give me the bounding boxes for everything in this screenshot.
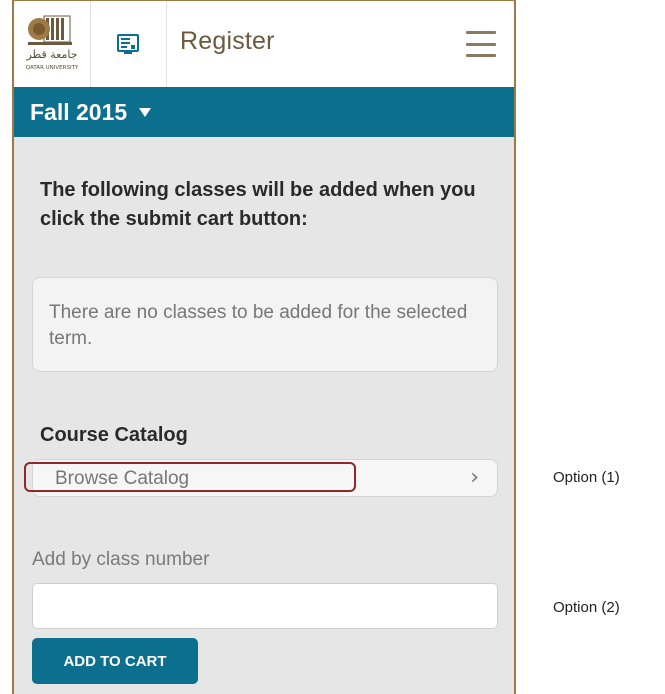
university-logo-icon: جامعة قطر QATAR UNIVERSITY <box>25 15 79 71</box>
cart-intro-text: The following classes will be added when… <box>40 179 476 230</box>
browse-catalog-button[interactable]: Browse Catalog › <box>32 459 498 497</box>
university-logo[interactable]: جامعة قطر QATAR UNIVERSITY <box>14 1 91 87</box>
term-selector[interactable]: Fall 2015 <box>14 87 514 137</box>
course-catalog-heading: Course Catalog <box>40 424 188 446</box>
hamburger-menu-icon[interactable] <box>466 31 496 57</box>
option1-annotation: Option (1) <box>553 469 620 486</box>
caret-down-icon <box>139 107 152 117</box>
phone-frame: جامعة قطر QATAR UNIVERSITY Register Fall… <box>12 0 516 694</box>
cart-empty-message: There are no classes to be added for the… <box>49 302 468 349</box>
chevron-right-icon: › <box>470 465 479 490</box>
classroom-button[interactable] <box>90 1 167 87</box>
svg-text:جامعة قطر: جامعة قطر <box>25 48 77 61</box>
browse-catalog-label: Browse Catalog <box>55 468 190 489</box>
option2-annotation: Option (2) <box>553 599 620 616</box>
menu-bar <box>466 31 496 34</box>
classroom-board-icon <box>117 34 139 54</box>
menu-bar <box>466 42 496 46</box>
top-navbar: جامعة قطر QATAR UNIVERSITY Register <box>14 0 514 87</box>
cart-empty-box: There are no classes to be added for the… <box>32 277 498 372</box>
svg-text:QATAR UNIVERSITY: QATAR UNIVERSITY <box>26 65 79 71</box>
menu-bar <box>466 54 496 57</box>
add-by-class-number-label: Add by class number <box>32 549 210 570</box>
class-number-input[interactable] <box>32 583 498 629</box>
term-label: Fall 2015 <box>30 98 128 125</box>
add-to-cart-button[interactable]: ADD TO CART <box>32 638 198 684</box>
page-title: Register <box>180 27 275 55</box>
